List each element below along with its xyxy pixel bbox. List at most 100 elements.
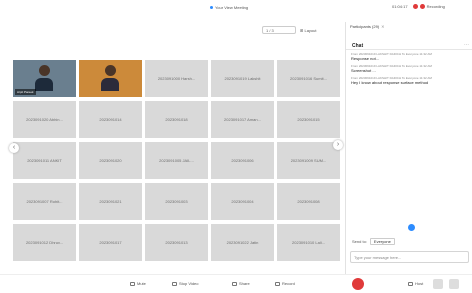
close-icon[interactable]: ✕ bbox=[381, 24, 384, 29]
participant-tile[interactable]: 2023091000 Harsh... bbox=[145, 60, 208, 97]
participant-tile[interactable]: 2023091013 bbox=[145, 224, 208, 261]
participant-name: 2023091015 bbox=[297, 117, 320, 122]
send-to-row: Send to: Everyone bbox=[352, 238, 470, 245]
camera-icon bbox=[172, 281, 177, 286]
stop-video-button[interactable]: Stop Video bbox=[172, 281, 199, 286]
participant-tile[interactable]: 2023091006 bbox=[211, 142, 274, 179]
participant-tile[interactable]: 2023091020 bbox=[79, 142, 142, 179]
participant-name: 2023091018 bbox=[165, 117, 188, 122]
participant-tile[interactable]: 2023091021 bbox=[79, 183, 142, 220]
participant-tile[interactable]: 2023091020 Abhin... bbox=[13, 101, 76, 138]
participant-tile[interactable]: 2023091017 bbox=[79, 224, 142, 261]
participant-tile[interactable]: 2023091007 Rohit... bbox=[13, 183, 76, 220]
host-button[interactable]: Host bbox=[408, 281, 423, 286]
participant-tile[interactable]: 2023091014 bbox=[79, 101, 142, 138]
chat-panel: Participants (29) ✕ Chat ⋯ From 20230910… bbox=[345, 22, 472, 274]
message-text: Response not... bbox=[351, 56, 380, 61]
top-bar: Your View Meeting 01:04:17 Recording bbox=[0, 0, 472, 22]
host-label: Host bbox=[415, 281, 424, 286]
recipient-select[interactable]: Everyone bbox=[369, 238, 395, 245]
participant-tile[interactable]: Arpit Pareek bbox=[13, 60, 76, 97]
participant-tile[interactable]: 2023091017 Aman... bbox=[211, 101, 274, 138]
participant-tile[interactable] bbox=[79, 60, 142, 97]
chat-header: Chat ⋯ bbox=[346, 40, 472, 50]
recording-time: 01:04:17 bbox=[392, 4, 408, 9]
chat-title: Chat bbox=[352, 43, 364, 49]
view-label: Your View Meeting bbox=[215, 5, 249, 10]
participant-name: 2023091011 ANKIT bbox=[27, 158, 62, 163]
prev-page-icon[interactable]: ‹ bbox=[9, 143, 19, 153]
pause-dot-icon bbox=[419, 4, 425, 9]
mute-button[interactable]: Mute bbox=[130, 281, 146, 286]
participant-name: 2023091000 Harsh... bbox=[157, 76, 196, 81]
share-icon bbox=[232, 281, 237, 286]
record-dot-icon bbox=[412, 4, 418, 9]
message-text: Hey I know about response surface method bbox=[351, 80, 429, 85]
chat-input[interactable]: Type your message here... bbox=[350, 251, 469, 263]
more-icon[interactable]: ⋯ bbox=[464, 42, 469, 48]
page-indicator[interactable]: 1 / 3 bbox=[262, 26, 296, 34]
bottom-toolbar: Mute Stop Video Share Record Host bbox=[0, 274, 472, 293]
participant-tile[interactable]: 2023091005 JAIL... bbox=[145, 142, 208, 179]
participant-name: 2023091022 Jatin bbox=[226, 240, 259, 245]
message-text: Screenshot ... bbox=[351, 68, 376, 73]
participant-tile[interactable]: 2023091008 bbox=[277, 183, 340, 220]
message-list: From 2023091019 LAKSHIT DADICH To Everyo… bbox=[351, 52, 469, 88]
participant-tile[interactable]: 2023091016 Sumit... bbox=[277, 60, 340, 97]
participant-name: 2023091017 bbox=[99, 240, 122, 245]
participant-tile[interactable]: 2023091003 bbox=[145, 183, 208, 220]
participant-name: Arpit Pareek bbox=[15, 89, 36, 95]
participant-tile[interactable]: 2023091009 SUM... bbox=[277, 142, 340, 179]
participant-name: 2023091014 bbox=[99, 117, 122, 122]
layout-button[interactable]: ⊞ Layout bbox=[300, 28, 316, 33]
record-icon bbox=[275, 281, 280, 286]
recording-label: Recording bbox=[426, 4, 445, 9]
participant-name: 2023091017 Aman... bbox=[224, 117, 261, 122]
participant-name: 2023091016 Sumit... bbox=[290, 76, 327, 81]
mute-label: Mute bbox=[137, 281, 146, 286]
scroll-down-icon[interactable] bbox=[408, 224, 415, 231]
record-button[interactable]: Record bbox=[275, 281, 295, 286]
view-icon bbox=[210, 6, 213, 10]
send-to-label: Send to: bbox=[352, 239, 367, 244]
participant-tile[interactable]: 2023091019 Lakshit bbox=[211, 60, 274, 97]
host-icon bbox=[408, 281, 413, 286]
participant-tile[interactable]: 2023091018 bbox=[145, 101, 208, 138]
layout-label: Layout bbox=[304, 27, 317, 33]
chat-icon[interactable] bbox=[449, 279, 459, 289]
participant-name: 2023091009 SUM... bbox=[290, 158, 327, 163]
share-button[interactable]: Share bbox=[232, 281, 250, 286]
participant-name: 2023091020 bbox=[99, 158, 122, 163]
participants-icon[interactable] bbox=[433, 279, 443, 289]
next-page-icon[interactable]: › bbox=[333, 140, 343, 150]
participant-name: 2023091020 Abhin... bbox=[26, 117, 63, 122]
recording-indicator: 01:04:17 Recording bbox=[392, 4, 448, 9]
participant-tile[interactable]: 2023091010 Lali... bbox=[277, 224, 340, 261]
participant-name: 2023091019 Lakshit bbox=[224, 76, 261, 81]
microphone-icon bbox=[130, 281, 135, 286]
participant-name: 2023091003 bbox=[165, 199, 188, 204]
participants-tab[interactable]: Participants (29) ✕ bbox=[350, 24, 384, 29]
gallery-controls: 1 / 3 ⊞ Layout bbox=[262, 26, 316, 34]
participant-name: 2023091006 bbox=[231, 158, 254, 163]
participant-name: 2023091007 Rohit... bbox=[26, 199, 63, 204]
record-label: Record bbox=[282, 281, 295, 286]
participant-name: 2023091012 Dhruv... bbox=[25, 240, 64, 245]
participants-tab-label: Participants (29) bbox=[350, 24, 380, 29]
view-button[interactable]: Your View Meeting bbox=[210, 5, 248, 10]
participant-name: 2023091004 bbox=[231, 199, 254, 204]
share-label: Share bbox=[239, 281, 250, 286]
chat-message: From 2023091019 LAKSHIT DADICH To Everyo… bbox=[351, 76, 469, 85]
leave-button[interactable] bbox=[352, 278, 364, 290]
participant-tile[interactable]: 2023091012 Dhruv... bbox=[13, 224, 76, 261]
participant-video bbox=[101, 65, 119, 91]
video-grid: Arpit Pareek 2023091000 Harsh... 202309101… bbox=[13, 60, 343, 261]
participant-name: 2023091005 JAIL... bbox=[159, 158, 194, 163]
participant-tile[interactable]: 2023091004 bbox=[211, 183, 274, 220]
participant-name: 2023091021 bbox=[99, 199, 122, 204]
chat-message: From 2023091019 LAKSHIT DADICH To Everyo… bbox=[351, 52, 469, 61]
participant-tile[interactable]: 2023091015 bbox=[277, 101, 340, 138]
chat-message: From 2023091019 LAKSHIT DADICH To Everyo… bbox=[351, 64, 469, 73]
participant-tile[interactable]: 2023091022 Jatin bbox=[211, 224, 274, 261]
participant-tile[interactable]: 2023091011 ANKIT bbox=[13, 142, 76, 179]
